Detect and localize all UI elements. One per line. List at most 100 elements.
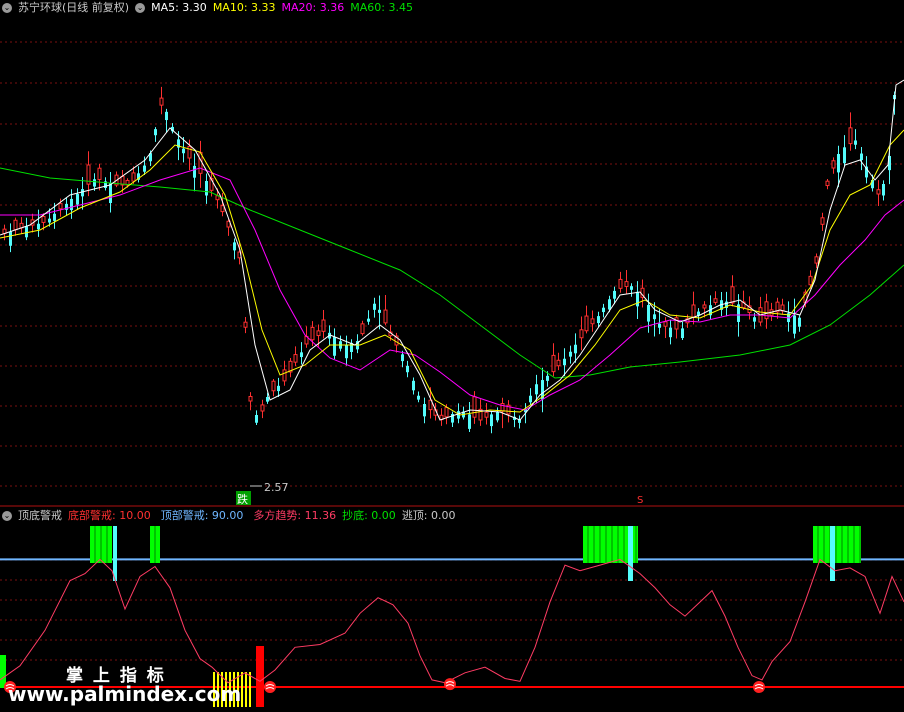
indicator-collapse-icon[interactable]: ⌄ bbox=[2, 511, 12, 521]
ma60-line bbox=[0, 167, 904, 379]
escape-bar bbox=[830, 526, 835, 581]
candle-down bbox=[37, 223, 40, 230]
candle-down bbox=[255, 415, 258, 423]
candle-down bbox=[569, 351, 572, 357]
candle-up bbox=[584, 315, 589, 332]
candle-down bbox=[837, 154, 840, 173]
candle-down bbox=[793, 315, 796, 334]
candle-down bbox=[423, 404, 426, 417]
candle-down bbox=[535, 384, 538, 395]
candle-down bbox=[496, 411, 499, 421]
candle-up bbox=[282, 369, 287, 382]
candle-up bbox=[293, 354, 298, 363]
candle-down bbox=[76, 194, 79, 205]
candle-down bbox=[574, 344, 577, 354]
low-price-label: 2.57 bbox=[264, 481, 289, 494]
ma20-line bbox=[0, 167, 904, 411]
candle-up bbox=[131, 172, 136, 182]
candle-down bbox=[233, 242, 236, 251]
ma5-label: MA5: 3.30 bbox=[151, 1, 207, 14]
candle-up bbox=[360, 323, 365, 335]
candle-down bbox=[647, 305, 650, 322]
candle-up bbox=[383, 309, 388, 324]
candle-down bbox=[613, 290, 616, 299]
candle-up bbox=[624, 281, 629, 287]
candle-down bbox=[9, 231, 12, 246]
candle-down bbox=[205, 181, 208, 196]
candle-down bbox=[860, 153, 863, 161]
candle-up bbox=[472, 396, 477, 418]
buy-bottom-bar bbox=[0, 655, 6, 688]
candle-down bbox=[597, 316, 600, 324]
candle-up bbox=[310, 326, 315, 341]
ma5-line bbox=[0, 79, 904, 421]
candle-up bbox=[876, 189, 881, 195]
candle-up bbox=[808, 275, 813, 286]
candle-up bbox=[663, 321, 668, 327]
candle-down bbox=[490, 414, 493, 427]
top-warn-label: 顶部警戒: 90.00 bbox=[160, 509, 244, 522]
ma60-label: MA60: 3.45 bbox=[350, 1, 413, 14]
candle-down bbox=[53, 213, 56, 221]
candle-down bbox=[373, 303, 376, 310]
candle-down bbox=[193, 165, 196, 178]
candle-down bbox=[165, 111, 168, 121]
candle-up bbox=[243, 321, 248, 328]
candle-up bbox=[825, 180, 830, 187]
candle-down bbox=[81, 189, 84, 197]
candle-up bbox=[187, 145, 192, 159]
candle-up bbox=[271, 380, 276, 392]
candle-up bbox=[444, 407, 449, 418]
candle-up bbox=[831, 160, 836, 169]
escape-bar bbox=[628, 526, 633, 581]
candle-down bbox=[468, 414, 471, 429]
candle-up bbox=[556, 359, 561, 367]
candle-down bbox=[753, 317, 756, 322]
candle-up bbox=[814, 256, 819, 264]
ma10-label: MA10: 3.33 bbox=[212, 1, 276, 14]
collapse-icon[interactable]: ⌄ bbox=[2, 3, 12, 13]
candle-up bbox=[159, 97, 164, 106]
candle-down bbox=[843, 147, 846, 164]
candle-down bbox=[143, 165, 146, 172]
indicator-title: 顶底警戒 bbox=[18, 509, 62, 522]
candle-down bbox=[658, 323, 661, 328]
candle-down bbox=[798, 317, 801, 327]
candle-up bbox=[41, 215, 46, 223]
settings-icon[interactable]: ⌄ bbox=[135, 3, 146, 13]
candle-up bbox=[248, 395, 253, 402]
candle-up bbox=[691, 304, 696, 318]
candle-down bbox=[406, 365, 409, 373]
candle-up bbox=[500, 403, 505, 412]
candle-down bbox=[630, 286, 633, 290]
trend-label: 多方趋势: 11.36 bbox=[253, 509, 337, 522]
candle-up bbox=[820, 217, 825, 225]
candle-up bbox=[321, 319, 326, 332]
candle-down bbox=[333, 337, 336, 356]
candle-down bbox=[25, 226, 28, 238]
candle-up bbox=[702, 304, 707, 309]
red-signal-bar bbox=[256, 646, 264, 707]
candle-down bbox=[401, 354, 404, 362]
candle-up bbox=[848, 127, 853, 145]
s-marker: S bbox=[637, 495, 643, 506]
candle-down bbox=[266, 397, 269, 402]
candle-up bbox=[551, 354, 556, 373]
candle-up bbox=[58, 203, 63, 210]
main-panel-header: ⌄ 苏宁环球(日线 前复权) ⌄ MA5: 3.30 MA10: 3.33 MA20: 3… bbox=[2, 0, 419, 16]
candle-down bbox=[412, 380, 415, 391]
candle-down bbox=[417, 395, 420, 400]
candle-down bbox=[70, 198, 73, 211]
candle-down bbox=[93, 179, 96, 187]
candle-up bbox=[713, 298, 718, 303]
stock-chart[interactable]: 2.57 跌 S bbox=[0, 0, 904, 712]
bottom-warn-label: 底部警戒: 10.00 bbox=[68, 509, 151, 522]
period-label: (日线 前复权) bbox=[62, 1, 130, 14]
candle-up bbox=[220, 205, 225, 213]
candle-down bbox=[854, 140, 857, 145]
escape-top-label: 逃顶: 0.00 bbox=[401, 509, 456, 522]
candle-up bbox=[579, 329, 584, 339]
candle-down bbox=[546, 375, 549, 381]
watermark-url: www.palmindex.com bbox=[8, 682, 242, 706]
candle-down bbox=[608, 299, 611, 310]
